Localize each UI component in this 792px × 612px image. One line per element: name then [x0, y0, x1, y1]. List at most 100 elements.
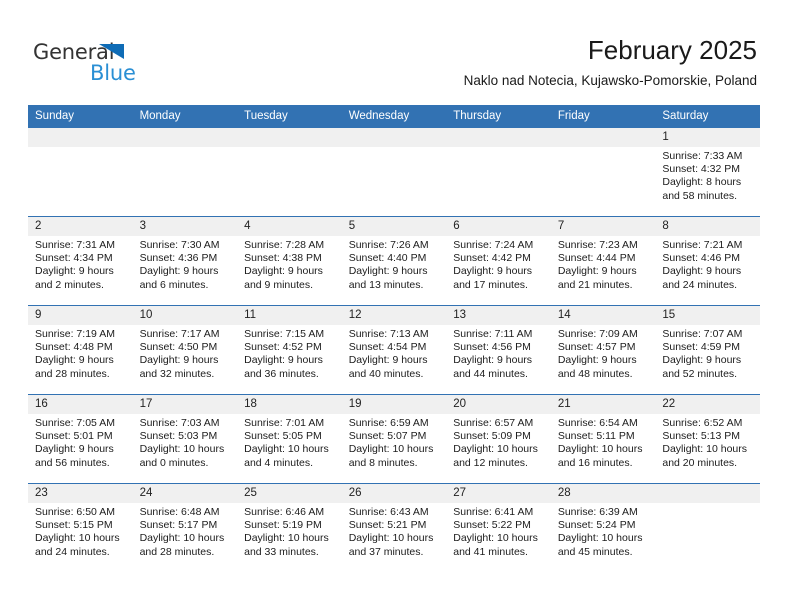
sunrise-text: Sunrise: 6:59 AM: [348, 417, 429, 429]
day-number: 14: [550, 306, 656, 325]
sunset-text: Sunset: 5:11 PM: [557, 430, 635, 443]
weekday-headers: Sunday Monday Tuesday Wednesday Thursday Frid…: [28, 105, 760, 128]
daylight-text: Daylight: 9 hours and 2 minutes.: [35, 265, 114, 291]
calendar-day-cell[interactable]: 2 Sunrise: 7:31 AM Sunset: 4:34 PM Daylight…: [28, 216, 133, 306]
calendar-day-cell[interactable]: 11 Sunrise: 7:15 AM Sunset: 4:52 PM Dayligh…: [237, 305, 342, 395]
day-details: Sunrise: 7:11 AM Sunset: 4:56 PM Daylight:…: [446, 325, 551, 381]
calendar-day-cell[interactable]: 1 Sunrise: 7:33 AM Sunset: 4:32 PM Daylight…: [655, 127, 760, 217]
calendar-day-cell[interactable]: 17 Sunrise: 7:03 AM Sunset: 5:03 PM Dayligh…: [132, 394, 238, 484]
sunset-text: Sunset: 5:15 PM: [35, 519, 113, 532]
daylight-text: Daylight: 9 hours and 36 minutes.: [244, 354, 323, 380]
general-blue-logo[interactable]: General Blue: [33, 40, 233, 88]
page-subtitle: Naklo nad Notecia, Kujawsko-Pomorskie, P…: [463, 73, 757, 88]
weekday-header-friday: Friday: [550, 105, 656, 128]
calendar-day-cell[interactable]: 27 Sunrise: 6:41 AM Sunset: 5:22 PM Dayligh…: [446, 483, 551, 572]
calendar-day-cell[interactable]: 13 Sunrise: 7:11 AM Sunset: 4:56 PM Dayligh…: [446, 305, 551, 395]
calendar-day-cell[interactable]: 7 Sunrise: 7:23 AM Sunset: 4:44 PM Daylight…: [550, 216, 656, 306]
sunrise-text: Sunrise: 6:48 AM: [139, 506, 220, 518]
calendar-day-cell[interactable]: 5 Sunrise: 7:26 AM Sunset: 4:40 PM Daylight…: [341, 216, 447, 306]
sunset-text: Sunset: 5:22 PM: [453, 519, 531, 532]
calendar-day-cell-empty: [655, 483, 760, 572]
day-details: Sunrise: 7:24 AM Sunset: 4:42 PM Daylight:…: [446, 236, 551, 292]
sunset-text: Sunset: 5:21 PM: [348, 519, 427, 532]
calendar-day-cell[interactable]: 20 Sunrise: 6:57 AM Sunset: 5:09 PM Dayligh…: [446, 394, 551, 484]
calendar-day-cell-empty: [132, 127, 238, 217]
sunset-text: Sunset: 4:38 PM: [244, 252, 322, 265]
calendar-day-cell[interactable]: 18 Sunrise: 7:01 AM Sunset: 5:05 PM Dayligh…: [237, 394, 342, 484]
calendar-day-cell[interactable]: 26 Sunrise: 6:43 AM Sunset: 5:21 PM Dayligh…: [341, 483, 447, 572]
daylight-text: Daylight: 10 hours and 41 minutes.: [453, 532, 538, 558]
page-title: February 2025: [587, 35, 757, 65]
sunrise-text: Sunrise: 6:52 AM: [662, 417, 743, 429]
daylight-text: Daylight: 9 hours and 48 minutes.: [557, 354, 637, 380]
calendar-day-cell[interactable]: 22 Sunrise: 6:52 AM Sunset: 5:13 PM Dayligh…: [655, 394, 760, 484]
day-number: 17: [132, 395, 238, 414]
sunrise-text: Sunrise: 7:11 AM: [453, 328, 533, 340]
calendar-day-cell[interactable]: 15 Sunrise: 7:07 AM Sunset: 4:59 PM Dayligh…: [655, 305, 760, 395]
logo-text-blue: Blue: [90, 61, 136, 85]
calendar-day-cell[interactable]: 28 Sunrise: 6:39 AM Sunset: 5:24 PM Dayligh…: [550, 483, 656, 572]
weekday-header-sunday: Sunday: [28, 105, 133, 128]
sunrise-text: Sunrise: 7:05 AM: [35, 417, 115, 429]
sunrise-text: Sunrise: 7:26 AM: [348, 239, 429, 251]
day-details: Sunrise: 7:30 AM Sunset: 4:36 PM Daylight:…: [133, 236, 238, 292]
calendar-day-cell[interactable]: 8 Sunrise: 7:21 AM Sunset: 4:46 PM Daylight…: [655, 216, 760, 306]
calendar-day-cell[interactable]: 19 Sunrise: 6:59 AM Sunset: 5:07 PM Dayligh…: [341, 394, 447, 484]
sunrise-text: Sunrise: 6:43 AM: [348, 506, 429, 518]
sunset-text: Sunset: 4:32 PM: [662, 163, 741, 176]
calendar-page: General Blue February 2025 Naklo nad Not…: [0, 0, 792, 612]
day-number: 15: [655, 306, 760, 325]
daylight-text: Daylight: 10 hours and 12 minutes.: [453, 443, 538, 469]
day-details: Sunrise: 6:46 AM Sunset: 5:19 PM Daylight:…: [237, 503, 342, 559]
daylight-text: Daylight: 9 hours and 6 minutes.: [139, 265, 219, 291]
calendar-day-cell[interactable]: 16 Sunrise: 7:05 AM Sunset: 5:01 PM Dayligh…: [28, 394, 133, 484]
calendar-day-cell[interactable]: 3 Sunrise: 7:30 AM Sunset: 4:36 PM Daylight…: [132, 216, 238, 306]
calendar-day-cell[interactable]: 14 Sunrise: 7:09 AM Sunset: 4:57 PM Dayligh…: [550, 305, 656, 395]
calendar-day-cell[interactable]: 4 Sunrise: 7:28 AM Sunset: 4:38 PM Daylight…: [237, 216, 342, 306]
sunset-text: Sunset: 5:13 PM: [662, 430, 741, 443]
calendar-day-cell[interactable]: 21 Sunrise: 6:54 AM Sunset: 5:11 PM Dayligh…: [550, 394, 656, 484]
day-number: 2: [28, 217, 133, 236]
sunset-text: Sunset: 5:05 PM: [244, 430, 322, 443]
calendar-day-cell-empty: [550, 127, 656, 217]
day-details: Sunrise: 7:23 AM Sunset: 4:44 PM Daylight:…: [551, 236, 656, 292]
sunset-text: Sunset: 4:50 PM: [139, 341, 218, 354]
daylight-text: Daylight: 8 hours and 58 minutes.: [662, 176, 742, 202]
weekday-header-monday: Monday: [132, 105, 238, 128]
daylight-text: Daylight: 10 hours and 45 minutes.: [557, 532, 643, 558]
sunset-text: Sunset: 4:44 PM: [557, 252, 636, 265]
day-number: 7: [550, 217, 656, 236]
calendar-day-cell[interactable]: 9 Sunrise: 7:19 AM Sunset: 4:48 PM Daylight…: [28, 305, 133, 395]
calendar-day-cell[interactable]: 12 Sunrise: 7:13 AM Sunset: 4:54 PM Dayligh…: [341, 305, 447, 395]
sunrise-sunset-calendar: Sunday Monday Tuesday Wednesday Thursday Frid…: [28, 105, 760, 572]
sunrise-text: Sunrise: 7:17 AM: [139, 328, 220, 340]
day-details: Sunrise: 7:09 AM Sunset: 4:57 PM Daylight:…: [551, 325, 656, 381]
day-number: 10: [132, 306, 238, 325]
day-number: [237, 128, 342, 147]
day-details: Sunrise: 6:54 AM Sunset: 5:11 PM Daylight:…: [551, 414, 656, 470]
day-number: [341, 128, 447, 147]
calendar-day-cell[interactable]: 6 Sunrise: 7:24 AM Sunset: 4:42 PM Daylight…: [446, 216, 551, 306]
day-number: 21: [550, 395, 656, 414]
day-details: Sunrise: 6:43 AM Sunset: 5:21 PM Daylight:…: [342, 503, 447, 559]
daylight-text: Daylight: 9 hours and 24 minutes.: [662, 265, 742, 291]
calendar-day-cell[interactable]: 10 Sunrise: 7:17 AM Sunset: 4:50 PM Dayligh…: [132, 305, 238, 395]
logo-triangle-icon: [99, 44, 124, 59]
calendar-day-cell[interactable]: 23 Sunrise: 6:50 AM Sunset: 5:15 PM Dayligh…: [28, 483, 133, 572]
day-number: [132, 128, 238, 147]
sunrise-text: Sunrise: 7:30 AM: [139, 239, 220, 251]
calendar-day-cell-empty: [341, 127, 447, 217]
calendar-day-cell[interactable]: 25 Sunrise: 6:46 AM Sunset: 5:19 PM Dayligh…: [237, 483, 342, 572]
day-details: Sunrise: 6:41 AM Sunset: 5:22 PM Daylight:…: [446, 503, 551, 559]
sunset-text: Sunset: 4:57 PM: [557, 341, 636, 354]
sunset-text: Sunset: 4:54 PM: [348, 341, 427, 354]
day-number: 4: [237, 217, 342, 236]
sunrise-text: Sunrise: 7:28 AM: [244, 239, 325, 251]
calendar-day-cell[interactable]: 24 Sunrise: 6:48 AM Sunset: 5:17 PM Dayligh…: [132, 483, 238, 572]
day-number: 24: [132, 484, 238, 503]
day-details: Sunrise: 6:50 AM Sunset: 5:15 PM Daylight:…: [28, 503, 133, 559]
sunset-text: Sunset: 5:19 PM: [244, 519, 322, 532]
day-details: Sunrise: 6:48 AM Sunset: 5:17 PM Daylight:…: [133, 503, 238, 559]
daylight-text: Daylight: 10 hours and 37 minutes.: [348, 532, 434, 558]
daylight-text: Daylight: 9 hours and 21 minutes.: [557, 265, 637, 291]
